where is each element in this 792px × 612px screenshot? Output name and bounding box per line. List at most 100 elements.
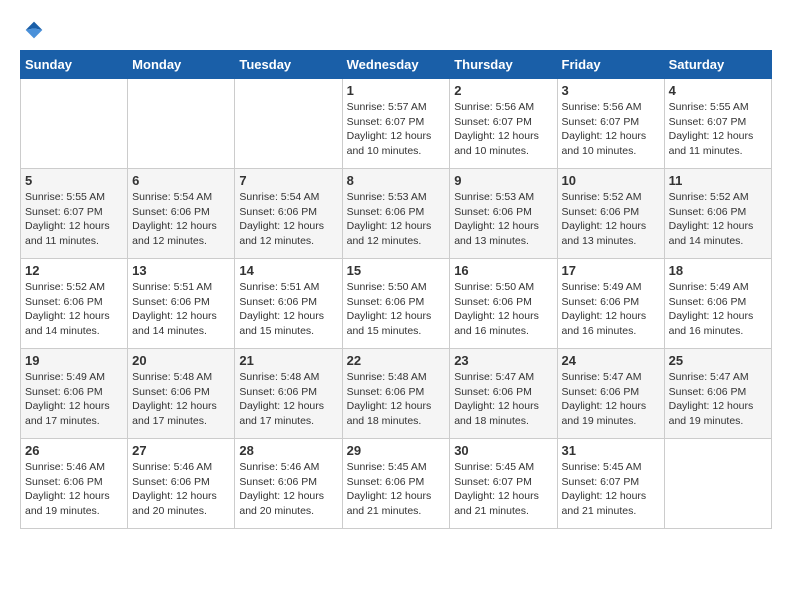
calendar-cell: 29 Sunrise: 5:45 AMSunset: 6:06 PMDayligh… — [342, 439, 450, 529]
day-info: Sunrise: 5:45 AMSunset: 6:06 PMDaylight:… — [347, 460, 446, 519]
calendar-week-row: 5 Sunrise: 5:55 AMSunset: 6:07 PMDaylight… — [21, 169, 772, 259]
day-info: Sunrise: 5:48 AMSunset: 6:06 PMDaylight:… — [132, 370, 230, 429]
day-info: Sunrise: 5:49 AMSunset: 6:06 PMDaylight:… — [25, 370, 123, 429]
day-info: Sunrise: 5:50 AMSunset: 6:06 PMDaylight:… — [347, 280, 446, 339]
calendar-cell: 7 Sunrise: 5:54 AMSunset: 6:06 PMDaylight… — [235, 169, 342, 259]
day-info: Sunrise: 5:57 AMSunset: 6:07 PMDaylight:… — [347, 100, 446, 159]
calendar-cell: 2 Sunrise: 5:56 AMSunset: 6:07 PMDaylight… — [450, 79, 557, 169]
day-number: 12 — [25, 263, 123, 278]
day-info: Sunrise: 5:54 AMSunset: 6:06 PMDaylight:… — [239, 190, 337, 249]
calendar-cell: 4 Sunrise: 5:55 AMSunset: 6:07 PMDaylight… — [664, 79, 771, 169]
day-info: Sunrise: 5:52 AMSunset: 6:06 PMDaylight:… — [669, 190, 767, 249]
day-number: 18 — [669, 263, 767, 278]
day-number: 21 — [239, 353, 337, 368]
day-info: Sunrise: 5:45 AMSunset: 6:07 PMDaylight:… — [562, 460, 660, 519]
calendar-week-row: 12 Sunrise: 5:52 AMSunset: 6:06 PMDayligh… — [21, 259, 772, 349]
calendar-cell: 10 Sunrise: 5:52 AMSunset: 6:06 PMDayligh… — [557, 169, 664, 259]
day-number: 27 — [132, 443, 230, 458]
calendar-header-friday: Friday — [557, 51, 664, 79]
logo — [20, 20, 44, 40]
calendar-cell: 22 Sunrise: 5:48 AMSunset: 6:06 PMDayligh… — [342, 349, 450, 439]
calendar-cell: 15Sunrise: 5:50 AMSunset: 6:06 PMDayligh… — [342, 259, 450, 349]
calendar-header-monday: Monday — [128, 51, 235, 79]
day-number: 29 — [347, 443, 446, 458]
day-info: Sunrise: 5:50 AMSunset: 6:06 PMDaylight:… — [454, 280, 552, 339]
day-number: 24 — [562, 353, 660, 368]
day-number: 4 — [669, 83, 767, 98]
calendar-cell: 23 Sunrise: 5:47 AMSunset: 6:06 PMDayligh… — [450, 349, 557, 439]
calendar-cell: 13Sunrise: 5:51 AMSunset: 6:06 PMDayligh… — [128, 259, 235, 349]
calendar-cell: 9 Sunrise: 5:53 AMSunset: 6:06 PMDaylight… — [450, 169, 557, 259]
day-number: 16 — [454, 263, 552, 278]
calendar-cell: 17 Sunrise: 5:49 AMSunset: 6:06 PMDayligh… — [557, 259, 664, 349]
day-number: 7 — [239, 173, 337, 188]
day-info: Sunrise: 5:53 AMSunset: 6:06 PMDaylight:… — [347, 190, 446, 249]
calendar-cell: 24 Sunrise: 5:47 AMSunset: 6:06 PMDayligh… — [557, 349, 664, 439]
calendar-week-row: 26 Sunrise: 5:46 AMSunset: 6:06 PMDayligh… — [21, 439, 772, 529]
day-number: 9 — [454, 173, 552, 188]
day-number: 11 — [669, 173, 767, 188]
calendar-cell: 3 Sunrise: 5:56 AMSunset: 6:07 PMDaylight… — [557, 79, 664, 169]
day-info: Sunrise: 5:48 AMSunset: 6:06 PMDaylight:… — [347, 370, 446, 429]
calendar-cell: 28 Sunrise: 5:46 AMSunset: 6:06 PMDayligh… — [235, 439, 342, 529]
day-number: 17 — [562, 263, 660, 278]
calendar-week-row: 1 Sunrise: 5:57 AMSunset: 6:07 PMDaylight… — [21, 79, 772, 169]
calendar-cell: 21 Sunrise: 5:48 AMSunset: 6:06 PMDayligh… — [235, 349, 342, 439]
day-number: 5 — [25, 173, 123, 188]
day-info: Sunrise: 5:54 AMSunset: 6:06 PMDaylight:… — [132, 190, 230, 249]
calendar-cell: 20Sunrise: 5:48 AMSunset: 6:06 PMDayligh… — [128, 349, 235, 439]
calendar-cell: 27Sunrise: 5:46 AMSunset: 6:06 PMDayligh… — [128, 439, 235, 529]
calendar-week-row: 19 Sunrise: 5:49 AMSunset: 6:06 PMDayligh… — [21, 349, 772, 439]
calendar-cell: 31Sunrise: 5:45 AMSunset: 6:07 PMDayligh… — [557, 439, 664, 529]
day-info: Sunrise: 5:56 AMSunset: 6:07 PMDaylight:… — [562, 100, 660, 159]
day-number: 1 — [347, 83, 446, 98]
calendar-table: SundayMondayTuesdayWednesdayThursdayFrid… — [20, 50, 772, 529]
day-number: 3 — [562, 83, 660, 98]
calendar-cell: 19 Sunrise: 5:49 AMSunset: 6:06 PMDayligh… — [21, 349, 128, 439]
day-number: 10 — [562, 173, 660, 188]
day-number: 19 — [25, 353, 123, 368]
calendar-cell: 14 Sunrise: 5:51 AMSunset: 6:06 PMDayligh… — [235, 259, 342, 349]
calendar-cell: 16 Sunrise: 5:50 AMSunset: 6:06 PMDayligh… — [450, 259, 557, 349]
calendar-cell — [664, 439, 771, 529]
day-info: Sunrise: 5:49 AMSunset: 6:06 PMDaylight:… — [669, 280, 767, 339]
calendar-cell: 1 Sunrise: 5:57 AMSunset: 6:07 PMDaylight… — [342, 79, 450, 169]
day-info: Sunrise: 5:47 AMSunset: 6:06 PMDaylight:… — [669, 370, 767, 429]
day-number: 23 — [454, 353, 552, 368]
calendar-header-wednesday: Wednesday — [342, 51, 450, 79]
calendar-cell — [235, 79, 342, 169]
day-info: Sunrise: 5:55 AMSunset: 6:07 PMDaylight:… — [669, 100, 767, 159]
day-number: 22 — [347, 353, 446, 368]
day-info: Sunrise: 5:46 AMSunset: 6:06 PMDaylight:… — [239, 460, 337, 519]
calendar-cell: 12 Sunrise: 5:52 AMSunset: 6:06 PMDayligh… — [21, 259, 128, 349]
day-info: Sunrise: 5:56 AMSunset: 6:07 PMDaylight:… — [454, 100, 552, 159]
calendar-header-row: SundayMondayTuesdayWednesdayThursdayFrid… — [21, 51, 772, 79]
calendar-header-saturday: Saturday — [664, 51, 771, 79]
calendar-cell — [21, 79, 128, 169]
page-header — [20, 20, 772, 40]
day-number: 13 — [132, 263, 230, 278]
day-number: 30 — [454, 443, 552, 458]
calendar-cell: 5 Sunrise: 5:55 AMSunset: 6:07 PMDaylight… — [21, 169, 128, 259]
calendar-cell: 26Sunrise: 5:46 AMSunset: 6:06 PMDayligh… — [21, 439, 128, 529]
day-number: 14 — [239, 263, 337, 278]
calendar-cell — [128, 79, 235, 169]
day-info: Sunrise: 5:53 AMSunset: 6:06 PMDaylight:… — [454, 190, 552, 249]
day-number: 2 — [454, 83, 552, 98]
logo-icon — [24, 20, 44, 40]
day-info: Sunrise: 5:47 AMSunset: 6:06 PMDaylight:… — [562, 370, 660, 429]
day-number: 28 — [239, 443, 337, 458]
day-info: Sunrise: 5:52 AMSunset: 6:06 PMDaylight:… — [25, 280, 123, 339]
day-number: 6 — [132, 173, 230, 188]
day-number: 8 — [347, 173, 446, 188]
day-number: 26 — [25, 443, 123, 458]
day-info: Sunrise: 5:47 AMSunset: 6:06 PMDaylight:… — [454, 370, 552, 429]
day-info: Sunrise: 5:51 AMSunset: 6:06 PMDaylight:… — [239, 280, 337, 339]
day-info: Sunrise: 5:52 AMSunset: 6:06 PMDaylight:… — [562, 190, 660, 249]
day-info: Sunrise: 5:55 AMSunset: 6:07 PMDaylight:… — [25, 190, 123, 249]
calendar-cell: 8 Sunrise: 5:53 AMSunset: 6:06 PMDaylight… — [342, 169, 450, 259]
day-info: Sunrise: 5:49 AMSunset: 6:06 PMDaylight:… — [562, 280, 660, 339]
calendar-cell: 6 Sunrise: 5:54 AMSunset: 6:06 PMDaylight… — [128, 169, 235, 259]
day-info: Sunrise: 5:48 AMSunset: 6:06 PMDaylight:… — [239, 370, 337, 429]
calendar-cell: 11 Sunrise: 5:52 AMSunset: 6:06 PMDayligh… — [664, 169, 771, 259]
